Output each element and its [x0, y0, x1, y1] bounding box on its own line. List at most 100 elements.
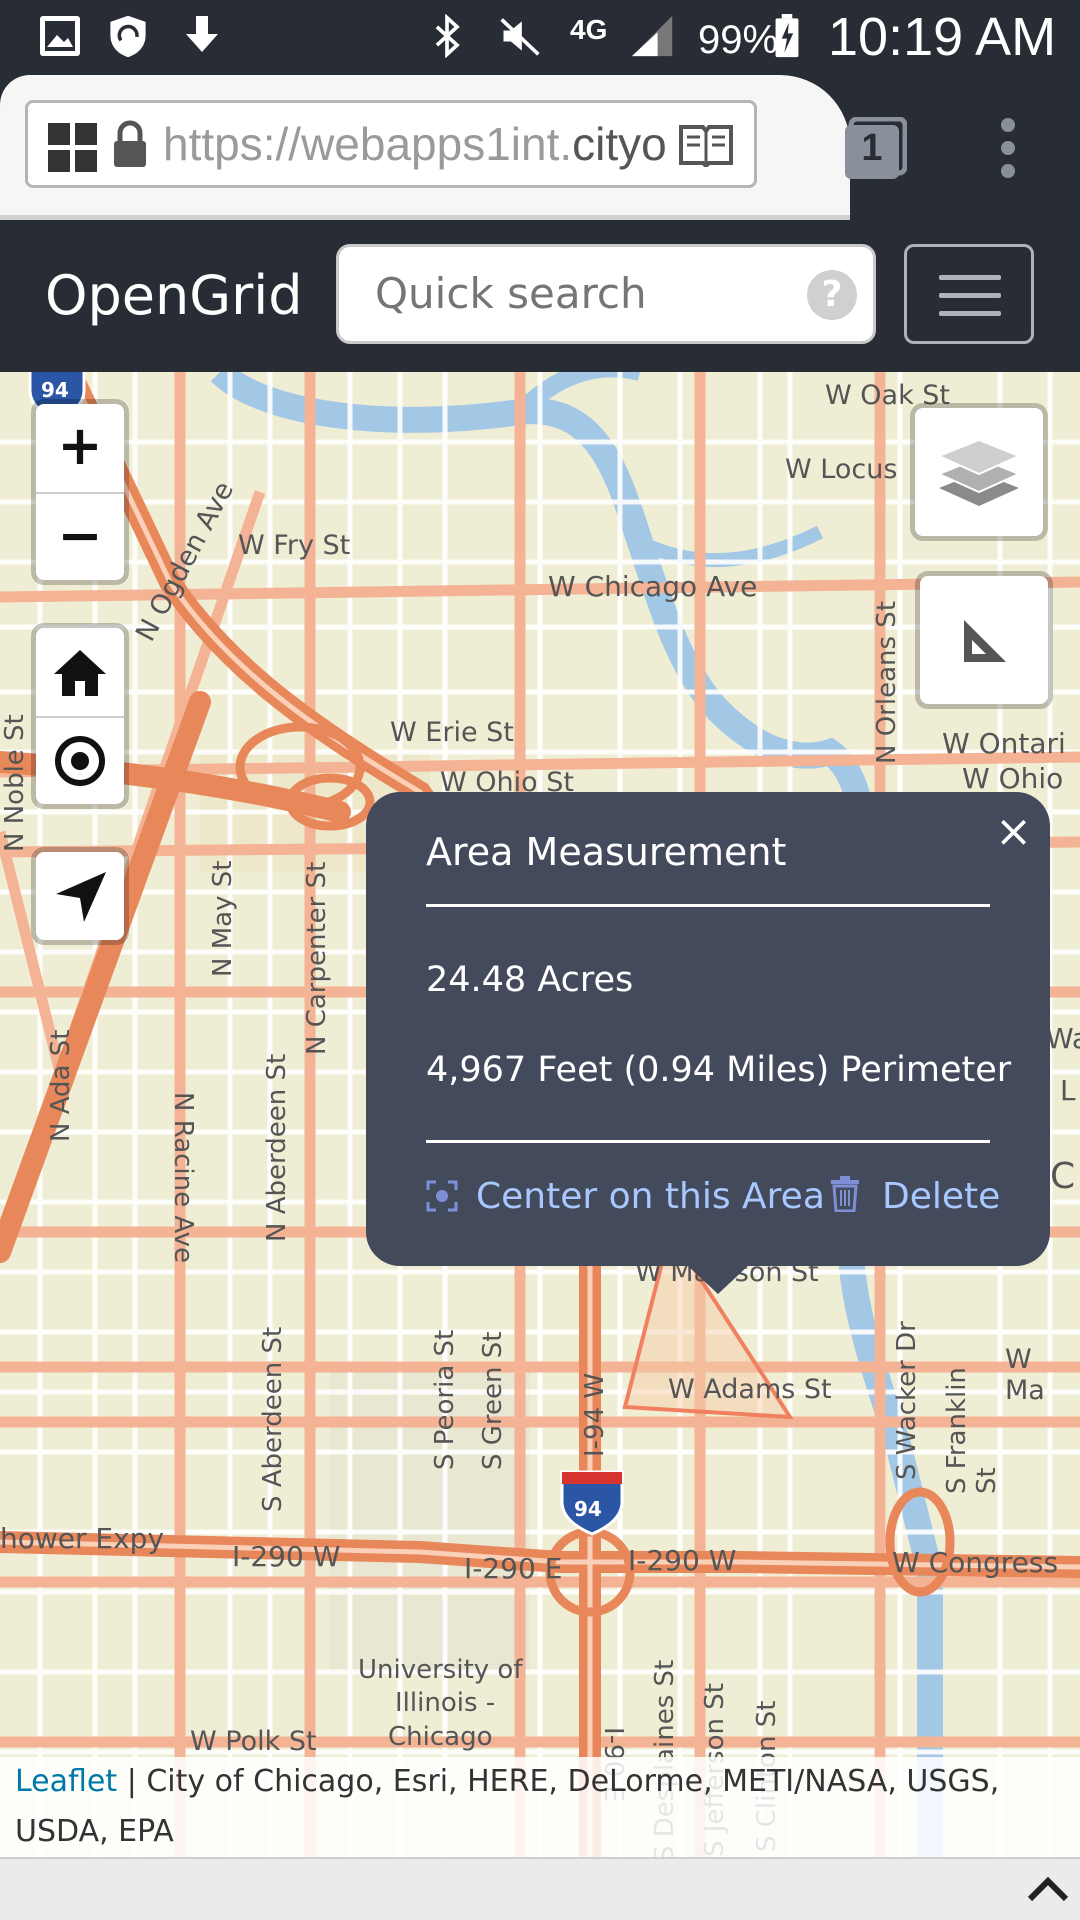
map-label: hower Expy: [0, 1522, 165, 1555]
chevron-up-icon[interactable]: [1026, 1873, 1070, 1903]
url-text[interactable]: https://webapps1int.cityo: [163, 117, 683, 171]
map-label: I-290 E: [464, 1552, 563, 1585]
focus-center-icon: [426, 1180, 458, 1212]
menu-bar: [939, 275, 1001, 280]
map-label: W Adams St: [668, 1374, 832, 1405]
network-label: 4G: [570, 14, 608, 45]
map-label: N Ada St: [46, 1029, 76, 1142]
lock-icon: [114, 120, 146, 167]
map-label: S Wacker Dr: [892, 1321, 922, 1480]
map-label: 94: [41, 378, 69, 402]
status-bar: 4G 99% 10:19 AM: [0, 0, 1080, 75]
signal-icon: [631, 15, 673, 57]
center-area-button[interactable]: Center on this Area: [426, 1176, 825, 1217]
menu-toggle-button[interactable]: [904, 244, 1034, 344]
map-label: W Ontari: [942, 727, 1066, 760]
geolocate-button[interactable]: [36, 852, 124, 940]
help-icon[interactable]: ?: [807, 270, 857, 320]
leaflet-link[interactable]: Leaflet: [15, 1764, 117, 1799]
area-measurement-popup: × Area Measurement 24.48 Acres 4,967 Fee…: [366, 792, 1050, 1294]
popup-tip: [686, 1264, 750, 1294]
reader-mode-icon[interactable]: [678, 123, 734, 167]
zoom-control: + −: [36, 404, 124, 580]
map-label: W Ma: [1005, 1344, 1045, 1406]
layers-control[interactable]: [915, 408, 1043, 536]
attribution-sources: City of Chicago, Esri, HERE, DeLorme, ME…: [15, 1764, 1000, 1849]
home-icon: [54, 650, 106, 696]
brand-logo[interactable]: OpenGrid: [45, 264, 303, 327]
map-label: C: [1050, 1156, 1076, 1197]
gallery-icon: [40, 16, 80, 56]
tab-count: 1: [861, 127, 883, 169]
apps-grid-icon: [48, 123, 97, 172]
tab-switcher-button[interactable]: 1: [845, 117, 907, 179]
close-icon[interactable]: ×: [995, 810, 1032, 854]
address-bar[interactable]: https://webapps1int.cityo: [25, 100, 757, 188]
map-label: N Racine Ave: [168, 1092, 198, 1264]
bluetooth-icon: [435, 14, 460, 58]
map-label: N Carpenter St: [302, 861, 332, 1055]
measure-control[interactable]: [920, 576, 1048, 704]
battery-percent: 99%: [698, 18, 779, 62]
map-label: S Aberdeen St: [258, 1326, 288, 1512]
popup-divider: [426, 904, 990, 907]
map-label: N Orleans St: [872, 600, 902, 764]
map-label: University of: [358, 1655, 523, 1685]
map-label: W Oak St: [825, 380, 951, 411]
popup-divider: [426, 1140, 990, 1143]
map-label: I-94 W: [580, 1372, 610, 1457]
perimeter-value: 4,967 Feet (0.94 Miles) Perimeter: [426, 1050, 1012, 1090]
map-label: S Peoria St: [430, 1329, 460, 1470]
clock: 10:19 AM: [828, 7, 1057, 67]
menu-bar: [939, 293, 1001, 298]
download-icon: [186, 16, 218, 52]
map-label: I-290 W: [232, 1540, 341, 1573]
map-label: Illinois -: [395, 1688, 496, 1718]
more-vert-icon: [1001, 118, 1015, 178]
map-label: N May St: [208, 860, 238, 977]
map-attribution: Leaflet | City of Chicago, Esri, HERE, D…: [0, 1757, 1080, 1857]
map-label: N Noble St: [0, 714, 30, 852]
popup-title: Area Measurement: [426, 830, 787, 874]
app-header: OpenGrid ?: [0, 220, 1080, 372]
home-button[interactable]: [36, 628, 124, 718]
map-label: W Erie St: [390, 717, 514, 748]
trash-icon: [831, 1176, 859, 1213]
browser-bottom-bar: [0, 1857, 1080, 1920]
attribution-separator: |: [117, 1764, 147, 1799]
map-label: W Fry St: [238, 530, 351, 561]
delete-button[interactable]: Delete: [830, 1176, 1000, 1217]
zoom-in-button[interactable]: +: [36, 404, 124, 494]
map-label: N Aberdeen St: [262, 1053, 292, 1242]
zoom-out-button[interactable]: −: [36, 494, 124, 582]
map-label: W Ohio: [962, 762, 1064, 795]
delete-label: Delete: [882, 1176, 1001, 1217]
quick-search[interactable]: ?: [336, 244, 876, 344]
map-label: 94: [574, 1497, 602, 1521]
target-icon: [55, 736, 105, 786]
search-input[interactable]: [375, 269, 775, 318]
home-locate-control: [36, 628, 124, 804]
ruler-triangle-icon: [964, 620, 1006, 662]
locate-target-button[interactable]: [36, 718, 124, 804]
battery-icon: [775, 14, 799, 58]
map-label: I-290 W: [628, 1544, 737, 1577]
area-value: 24.48 Acres: [426, 960, 634, 1000]
map-label: L: [1060, 1074, 1076, 1107]
map-label: W Polk St: [190, 1726, 317, 1757]
shield-sync-icon: [110, 15, 146, 58]
map-label: Chicago: [388, 1722, 493, 1752]
mute-icon: [500, 18, 540, 56]
map-label: W Locus: [785, 454, 898, 485]
browser-menu-button[interactable]: [990, 117, 1026, 179]
map-label: W Chicago Ave: [548, 570, 758, 603]
map-label: W Congress: [892, 1546, 1059, 1579]
navigation-arrow-icon: [56, 872, 106, 922]
geolocate-control: [36, 852, 124, 940]
center-area-label: Center on this Area: [476, 1176, 825, 1217]
map-label: S Green St: [478, 1331, 508, 1470]
map-label: S Franklin St: [942, 1367, 1002, 1494]
map-label: Wa: [1046, 1022, 1080, 1055]
menu-bar: [939, 311, 1001, 316]
browser-chrome: https://webapps1int.cityo 1: [0, 75, 1080, 220]
